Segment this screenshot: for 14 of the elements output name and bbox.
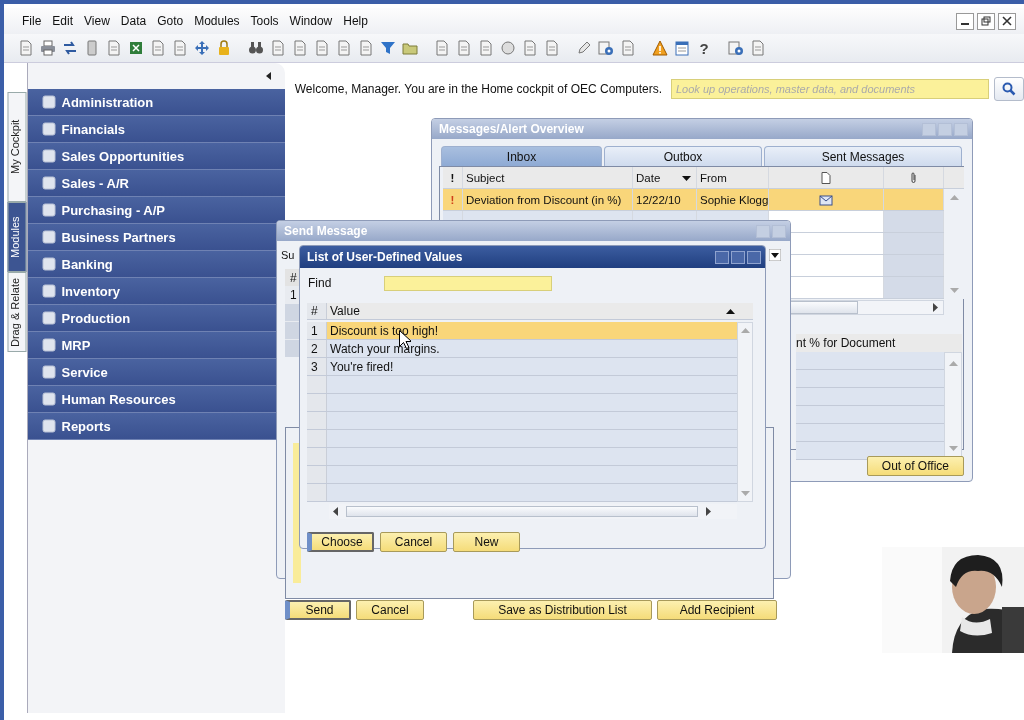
table-cell: Deviation from Discount (in %)	[463, 189, 633, 210]
welcome-text: Welcome, Manager. You are in the Home cockpit of OEC Computers.	[294, 82, 662, 96]
window-title: List of User-Defined Values	[307, 250, 463, 264]
table-cell-text: You're fired!	[329, 358, 395, 375]
window-title: Messages/Alert Overview	[439, 122, 584, 136]
row-number: 2	[307, 340, 327, 357]
window-title: Send Message	[284, 224, 368, 238]
table-cell-text: Watch your margins.	[329, 340, 441, 357]
find-label: Find	[308, 276, 333, 290]
row-number: 3	[307, 358, 327, 375]
table-cell: 12/22/10	[633, 189, 697, 210]
priority-mark: !	[443, 189, 463, 210]
table-cell: Sophie Klogg	[697, 189, 769, 210]
row-number: 1	[307, 322, 327, 339]
